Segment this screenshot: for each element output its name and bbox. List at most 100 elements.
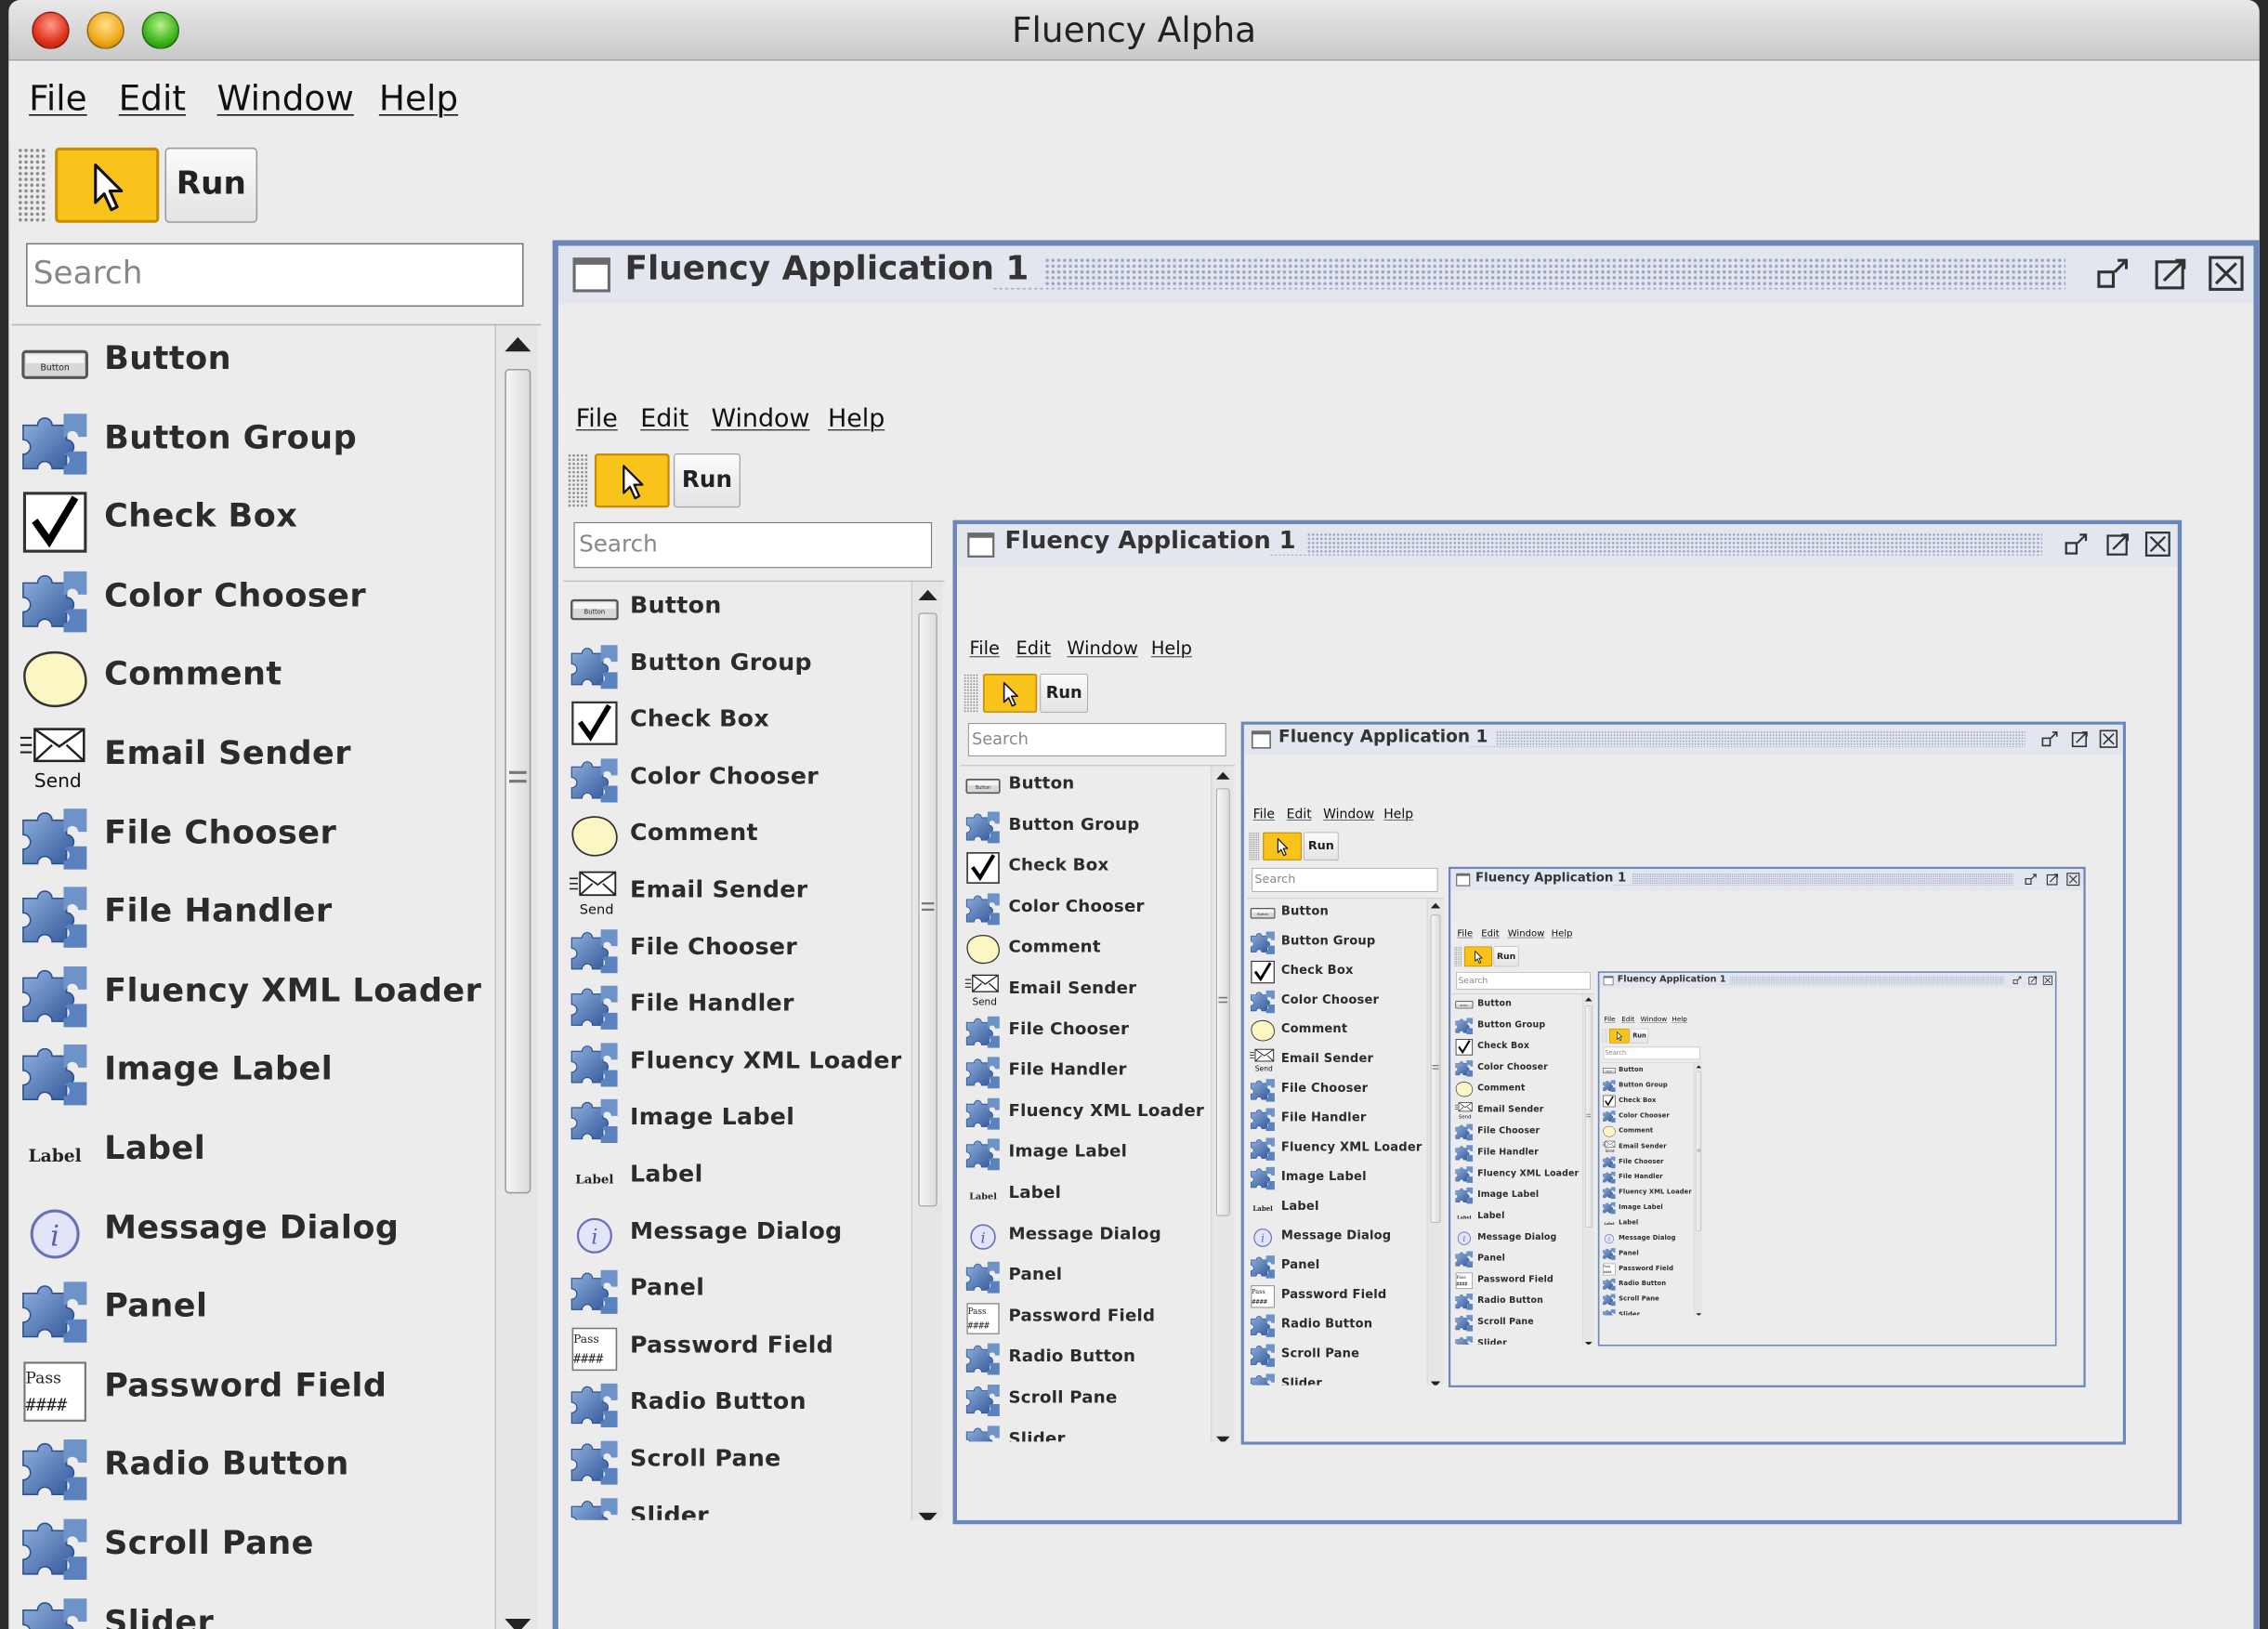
palette-item-slider[interactable]: Slider [563,1491,944,1520]
menu-file[interactable]: File [1253,807,1275,821]
palette-item-check-box[interactable]: Check Box [563,695,944,752]
internal-frame-titlebar[interactable]: Fluency Application 1 [557,245,2254,304]
scroll-up-arrow-icon[interactable] [505,336,531,352]
menu-file[interactable]: File [970,637,1000,659]
scroll-up-arrow-icon[interactable] [1696,1065,1702,1069]
toolbar-grip[interactable] [1453,946,1462,967]
palette-item-radio-button[interactable]: Radio Button [1601,1277,1703,1292]
palette-scrollbar[interactable] [494,325,539,1629]
palette-item-slider[interactable]: Slider [1452,1333,1594,1345]
palette-item-file-handler[interactable]: File Handler [563,979,944,1036]
palette-item-file-chooser[interactable]: File Chooser [961,1012,1235,1053]
menu-help[interactable]: Help [1672,1015,1686,1022]
palette-item-label[interactable]: Label Label [1601,1215,1703,1230]
palette-item-panel[interactable]: Panel [961,1257,1235,1298]
palette-item-panel[interactable]: Panel [11,1273,541,1352]
palette-item-color-chooser[interactable]: Color Chooser [1601,1109,1703,1123]
palette-item-message-dialog[interactable]: i Message Dialog [563,1207,944,1264]
palette-item-email-sender[interactable]: Send Email Sender [961,971,1235,1012]
search-input[interactable]: Search [1603,1046,1700,1060]
palette-item-email-sender[interactable]: Send Email Sender [1247,1046,1445,1076]
menu-help[interactable]: Help [1151,637,1192,659]
toolbar-grip[interactable] [964,673,979,713]
scroll-up-arrow-icon[interactable] [1584,997,1593,1002]
close-icon[interactable] [2066,873,2080,887]
menu-window[interactable]: Window [1067,637,1137,659]
palette-item-button[interactable]: Button Button [961,766,1235,807]
palette-item-scroll-pane[interactable]: Scroll Pane [1601,1293,1703,1307]
run-button[interactable]: Run [1630,1028,1649,1044]
menu-help[interactable]: Help [1383,807,1413,821]
menu-edit[interactable]: Edit [1481,927,1499,939]
palette-item-panel[interactable]: Panel [1601,1246,1703,1261]
palette-item-message-dialog[interactable]: i Message Dialog [1247,1223,1445,1253]
palette-item-file-handler[interactable]: File Handler [1601,1170,1703,1185]
palette-item-check-box[interactable]: Check Box [1601,1094,1703,1109]
palette-item-button[interactable]: Button Button [563,582,944,638]
palette-scrollbar[interactable] [1582,993,1594,1345]
toolbar-grip[interactable] [567,453,589,508]
palette-item-color-chooser[interactable]: Color Chooser [1247,987,1445,1017]
palette-item-check-box[interactable]: Check Box [11,483,541,562]
menu-file[interactable]: File [576,403,618,432]
palette-item-email-sender[interactable]: Send Email Sender [1452,1100,1594,1122]
palette-item-button[interactable]: Button Button [11,325,541,404]
close-icon[interactable] [2042,975,2052,985]
run-button[interactable]: Run [164,147,258,223]
select-tool-button[interactable] [983,673,1038,713]
palette-item-image-label[interactable]: Image Label [1247,1164,1445,1194]
maximize-icon[interactable] [2046,873,2060,887]
palette-item-button-group[interactable]: Button Group [1452,1016,1594,1037]
internal-frame-titlebar[interactable]: Fluency Application 1 [1599,972,2055,989]
palette-item-file-chooser[interactable]: File Chooser [1601,1155,1703,1170]
palette-item-file-chooser[interactable]: File Chooser [563,923,944,979]
search-input[interactable]: Search [1456,972,1591,990]
palette-item-button-group[interactable]: Button Group [961,807,1235,847]
palette-item-image-label[interactable]: Image Label [1452,1185,1594,1206]
palette-item-comment[interactable]: Comment [11,641,541,720]
palette-item-scroll-pane[interactable]: Scroll Pane [961,1380,1235,1421]
palette-item-slider[interactable]: Slider [1247,1371,1445,1386]
run-button[interactable]: Run [674,453,741,508]
close-icon[interactable] [2099,729,2118,749]
palette-item-file-handler[interactable]: File Handler [1247,1105,1445,1135]
palette-item-fluency-xml-loader[interactable]: Fluency XML Loader [563,1036,944,1093]
palette-item-file-handler[interactable]: File Handler [1452,1143,1594,1164]
menu-file[interactable]: File [1457,927,1473,939]
palette-item-label[interactable]: Label Label [1247,1193,1445,1223]
palette-item-password-field[interactable]: Pass #### Password Field [1452,1270,1594,1292]
palette-item-color-chooser[interactable]: Color Chooser [563,752,944,808]
palette-item-email-sender[interactable]: Send Email Sender [563,866,944,923]
internal-frame-titlebar[interactable]: Fluency Application 1 [956,524,2178,567]
internal-frame-titlebar[interactable]: Fluency Application 1 [1450,869,2084,891]
palette-item-panel[interactable]: Panel [1452,1249,1594,1270]
palette-item-button-group[interactable]: Button Group [1601,1078,1703,1093]
palette-item-check-box[interactable]: Check Box [1452,1037,1594,1058]
palette-item-color-chooser[interactable]: Color Chooser [961,888,1235,929]
iconify-icon[interactable] [2063,531,2090,558]
palette-item-file-handler[interactable]: File Handler [961,1053,1235,1094]
palette-item-image-label[interactable]: Image Label [11,1036,541,1115]
palette-item-button-group[interactable]: Button Group [1247,928,1445,958]
palette-item-file-chooser[interactable]: File Chooser [1247,1075,1445,1105]
menu-help[interactable]: Help [1552,927,1573,939]
iconify-icon[interactable] [2024,873,2038,887]
palette-item-password-field[interactable]: Pass #### Password Field [563,1320,944,1377]
maximize-icon[interactable] [2104,531,2131,558]
menu-window[interactable]: Window [217,78,354,119]
palette-item-panel[interactable]: Panel [1247,1253,1445,1282]
menu-edit[interactable]: Edit [1287,807,1312,821]
palette-item-fluency-xml-loader[interactable]: Fluency XML Loader [1601,1186,1703,1201]
iconify-icon[interactable] [2040,729,2060,749]
scroll-down-arrow-icon[interactable] [505,1619,531,1629]
palette-item-panel[interactable]: Panel [563,1264,944,1320]
palette-item-password-field[interactable]: Pass #### Password Field [961,1298,1235,1339]
palette-item-password-field[interactable]: Pass #### Password Field [11,1352,541,1431]
menu-window[interactable]: Window [1508,927,1545,939]
palette-item-radio-button[interactable]: Radio Button [11,1431,541,1510]
menu-file[interactable]: File [1605,1015,1616,1022]
palette-item-radio-button[interactable]: Radio Button [961,1339,1235,1380]
scroll-up-arrow-icon[interactable] [1216,771,1230,780]
maximize-icon[interactable] [2153,255,2190,292]
palette-item-slider[interactable]: Slider [11,1589,541,1629]
